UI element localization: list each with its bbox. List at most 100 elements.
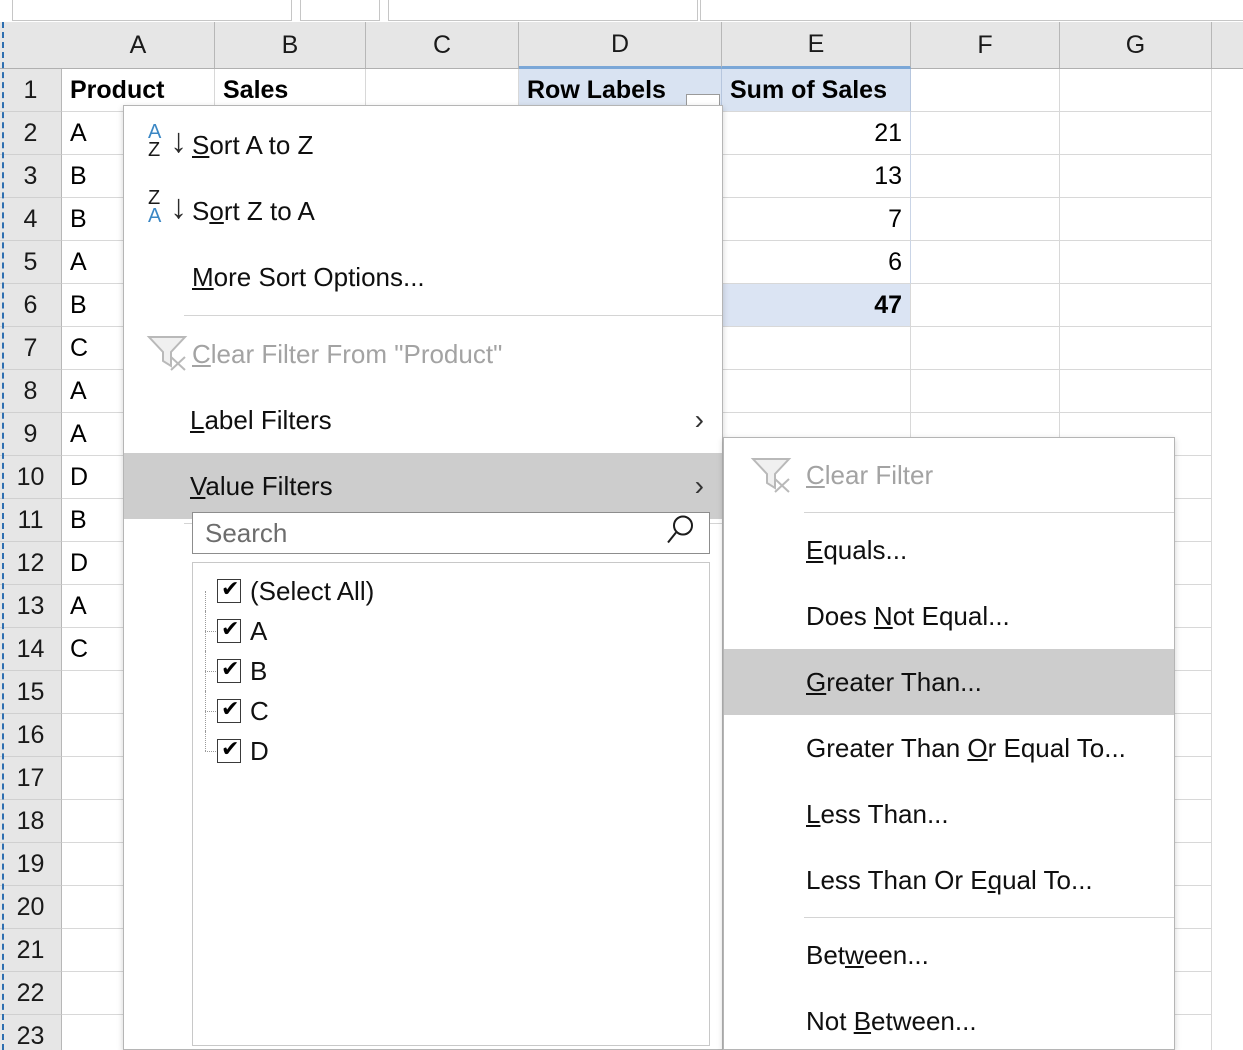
filter-list-item[interactable]: ✔A <box>193 611 709 651</box>
submenu-item-label: Does Not Equal... <box>806 601 1010 632</box>
menu-item-sort-a-to-z[interactable]: A Z ↓ Sort A to Z <box>124 112 722 178</box>
cell-blank[interactable] <box>911 69 1060 112</box>
column-header-f[interactable]: F <box>911 22 1060 68</box>
row-header-13[interactable]: 13 <box>0 585 62 628</box>
submenu-item-does-not-equal[interactable]: Does Not Equal... <box>724 583 1174 649</box>
pivot-filter-menu: A Z ↓ Sort A to Z Z A ↓ Sort Z to A More… <box>123 105 723 1050</box>
cell-blank[interactable] <box>911 370 1060 413</box>
formula-bar-strip <box>0 0 1243 22</box>
submenu-item-less-than[interactable]: Less Than... <box>724 781 1174 847</box>
filter-list-item[interactable]: ✔ (Select All) <box>193 571 709 611</box>
checkmark-icon: ✔ <box>221 697 239 721</box>
row-header-14[interactable]: 14 <box>0 628 62 671</box>
name-box-edge <box>12 0 292 21</box>
cell-pivot-value[interactable]: 21 <box>722 112 911 155</box>
cell-blank[interactable] <box>911 112 1060 155</box>
row-header-22[interactable]: 22 <box>0 972 62 1015</box>
cell-blank[interactable] <box>1060 370 1212 413</box>
cell-blank[interactable] <box>911 241 1060 284</box>
filter-item-checkbox[interactable]: ✔ <box>217 699 241 723</box>
cell-e1-sum-of-sales[interactable]: Sum of Sales <box>722 69 911 112</box>
sort-descending-icon: Z A ↓ <box>146 189 190 233</box>
checkmark-icon: ✔ <box>221 577 239 601</box>
filter-item-checkbox[interactable]: ✔ <box>217 619 241 643</box>
cell-grand-total-value[interactable]: 47 <box>722 284 911 327</box>
filter-item-label: (Select All) <box>250 576 374 607</box>
cell-pivot-value[interactable]: 7 <box>722 198 911 241</box>
submenu-separator-1 <box>804 512 1174 513</box>
submenu-item-greater-than[interactable]: Greater Than... <box>724 649 1174 715</box>
row-header-1[interactable]: 1 <box>0 69 62 112</box>
cell-blank[interactable] <box>1060 198 1212 241</box>
filter-values-listbox[interactable]: ✔(Select All)✔A✔B✔C✔D <box>192 562 710 1046</box>
row-header-9[interactable]: 9 <box>0 413 62 456</box>
column-header-e[interactable]: E <box>722 22 911 69</box>
row-header-7[interactable]: 7 <box>0 327 62 370</box>
cell-blank[interactable] <box>1060 69 1212 112</box>
filter-search-box[interactable] <box>192 512 710 554</box>
submenu-item-label: Less Than Or Equal To... <box>806 865 1093 896</box>
row-header-4[interactable]: 4 <box>0 198 62 241</box>
filter-list-item[interactable]: ✔C <box>193 691 709 731</box>
cell-blank[interactable] <box>911 284 1060 327</box>
cell-blank[interactable] <box>1060 327 1212 370</box>
row-header-8[interactable]: 8 <box>0 370 62 413</box>
cell-blank[interactable] <box>722 370 911 413</box>
submenu-item-label: Less Than... <box>806 799 949 830</box>
column-header-a[interactable]: A <box>62 22 215 68</box>
tree-connector-line <box>205 731 206 751</box>
cell-blank[interactable] <box>1060 241 1212 284</box>
cell-blank[interactable] <box>911 155 1060 198</box>
row-header-3[interactable]: 3 <box>0 155 62 198</box>
filter-item-checkbox[interactable]: ✔ <box>217 739 241 763</box>
menu-item-value-filters[interactable]: Value Filters › <box>124 453 722 519</box>
row-header-2[interactable]: 2 <box>0 112 62 155</box>
row-header-16[interactable]: 16 <box>0 714 62 757</box>
column-header-c[interactable]: C <box>366 22 519 68</box>
column-header-d[interactable]: D <box>519 22 722 69</box>
cell-blank[interactable] <box>722 327 911 370</box>
filter-list-item[interactable]: ✔B <box>193 651 709 691</box>
sort-ascending-icon: A Z ↓ <box>146 123 190 167</box>
cell-blank[interactable] <box>1060 155 1212 198</box>
page-break-indicator <box>2 22 4 1050</box>
submenu-item-not-between[interactable]: Not Between... <box>724 988 1174 1050</box>
submenu-item-equals[interactable]: Equals... <box>724 517 1174 583</box>
filter-item-label: C <box>250 696 269 727</box>
row-header-18[interactable]: 18 <box>0 800 62 843</box>
row-header-10[interactable]: 10 <box>0 456 62 499</box>
menu-item-sort-z-to-a[interactable]: Z A ↓ Sort Z to A <box>124 178 722 244</box>
menu-item-label-filters[interactable]: Label Filters › <box>124 387 722 453</box>
row-header-11[interactable]: 11 <box>0 499 62 542</box>
row-header-23[interactable]: 23 <box>0 1015 62 1050</box>
filter-item-checkbox[interactable]: ✔ <box>217 659 241 683</box>
row-header-17[interactable]: 17 <box>0 757 62 800</box>
row-header-6[interactable]: 6 <box>0 284 62 327</box>
row-header-5[interactable]: 5 <box>0 241 62 284</box>
row-header-15[interactable]: 15 <box>0 671 62 714</box>
row-header-12[interactable]: 12 <box>0 542 62 585</box>
submenu-item-greater-than-or-equal-to[interactable]: Greater Than Or Equal To... <box>724 715 1174 781</box>
formula-input-edge <box>388 0 698 21</box>
column-header-b[interactable]: B <box>215 22 366 68</box>
search-input[interactable] <box>193 513 709 553</box>
column-header-g[interactable]: G <box>1060 22 1212 68</box>
cell-blank[interactable] <box>1060 112 1212 155</box>
tree-connector-stub <box>205 631 216 632</box>
cell-blank[interactable] <box>911 198 1060 241</box>
filter-item-checkbox[interactable]: ✔ <box>217 579 241 603</box>
cell-pivot-value[interactable]: 13 <box>722 155 911 198</box>
submenu-item-between[interactable]: Between... <box>724 922 1174 988</box>
submenu-item-less-than-or-equal-to[interactable]: Less Than Or Equal To... <box>724 847 1174 913</box>
menu-item-more-sort-options[interactable]: More Sort Options... <box>124 244 722 310</box>
menu-item-label: Value Filters <box>190 471 333 502</box>
cell-blank[interactable] <box>1060 284 1212 327</box>
cell-blank[interactable] <box>911 327 1060 370</box>
cell-pivot-value[interactable]: 6 <box>722 241 911 284</box>
value-filters-submenu: Clear Filter Equals...Does Not Equal...G… <box>723 437 1175 1050</box>
filter-list-item[interactable]: ✔D <box>193 731 709 771</box>
row-header-19[interactable]: 19 <box>0 843 62 886</box>
tree-connector-stub <box>205 711 216 712</box>
row-header-20[interactable]: 20 <box>0 886 62 929</box>
row-header-21[interactable]: 21 <box>0 929 62 972</box>
